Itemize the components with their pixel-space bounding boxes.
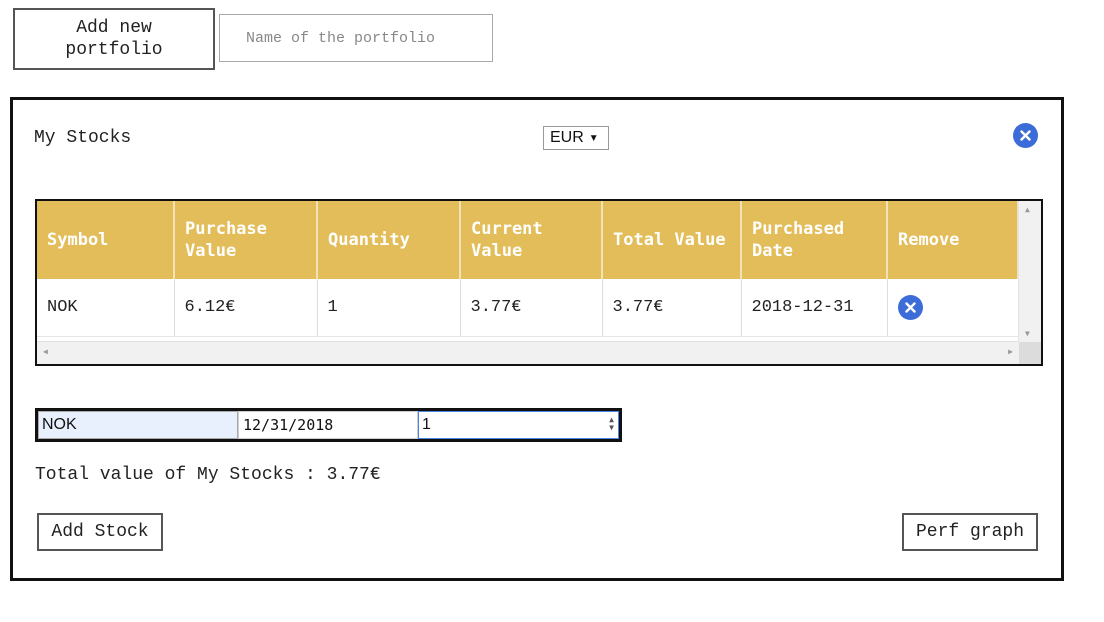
- table-row: NOK 6.12€ 1 3.77€ 3.77€ 2018-12-31: [37, 279, 1019, 337]
- column-header-total-value: Total Value: [602, 201, 742, 279]
- horizontal-scrollbar[interactable]: ◀ ▶: [37, 341, 1019, 364]
- vertical-scrollbar[interactable]: ▲ ▼: [1018, 201, 1041, 342]
- quantity-input[interactable]: [419, 412, 595, 438]
- portfolio-title: My Stocks: [34, 128, 132, 148]
- scroll-left-arrow-icon[interactable]: ◀: [43, 347, 48, 356]
- currency-value: EUR: [550, 129, 584, 146]
- stocks-table: Symbol Purchase Value Quantity Current V…: [37, 201, 1019, 337]
- cell-purchased-date: 2018-12-31: [741, 279, 888, 337]
- stepper-arrows-icon[interactable]: ▲ ▼: [609, 416, 614, 432]
- column-header-current-value: Current Value: [460, 201, 603, 279]
- add-stock-button[interactable]: Add Stock: [37, 513, 163, 551]
- cell-remove: [887, 279, 1019, 337]
- symbol-input[interactable]: [38, 411, 238, 439]
- portfolio-total-value: Total value of My Stocks : 3.77€: [35, 465, 381, 485]
- column-header-quantity: Quantity: [317, 201, 461, 279]
- column-header-symbol: Symbol: [37, 201, 175, 279]
- remove-portfolio-close-icon[interactable]: [1013, 123, 1038, 148]
- column-header-purchase-value: Purchase Value: [174, 201, 318, 279]
- scrollbar-corner: [1019, 342, 1041, 364]
- column-header-purchased-date: Purchased Date: [741, 201, 888, 279]
- cell-purchase-value: 6.12€: [174, 279, 318, 337]
- add-stock-form: ▲▼: [35, 408, 622, 442]
- column-header-remove: Remove: [887, 201, 1019, 279]
- cell-current-value: 3.77€: [460, 279, 603, 337]
- portfolio-card: My Stocks EUR ▼ Symbol Purchase Value Qu…: [10, 97, 1064, 581]
- table-header-row: Symbol Purchase Value Quantity Current V…: [37, 201, 1019, 279]
- cell-quantity: 1: [317, 279, 461, 337]
- cell-total-value: 3.77€: [602, 279, 742, 337]
- dropdown-arrow-icon: ▼: [588, 132, 599, 144]
- remove-stock-close-icon[interactable]: [897, 295, 923, 320]
- purchase-date-input[interactable]: [238, 411, 418, 439]
- currency-select[interactable]: EUR ▼: [543, 126, 609, 150]
- quantity-stepper[interactable]: ▲▼: [418, 411, 619, 439]
- portfolio-name-input[interactable]: [219, 14, 493, 62]
- add-portfolio-button[interactable]: Add new portfolio: [13, 8, 215, 70]
- scroll-right-arrow-icon[interactable]: ▶: [1008, 347, 1013, 356]
- perf-graph-button[interactable]: Perf graph: [902, 513, 1038, 551]
- scroll-down-arrow-icon[interactable]: ▼: [1025, 329, 1030, 338]
- stocks-table-container: Symbol Purchase Value Quantity Current V…: [35, 199, 1043, 366]
- cell-symbol: NOK: [37, 279, 175, 337]
- scroll-up-arrow-icon[interactable]: ▲: [1025, 205, 1030, 214]
